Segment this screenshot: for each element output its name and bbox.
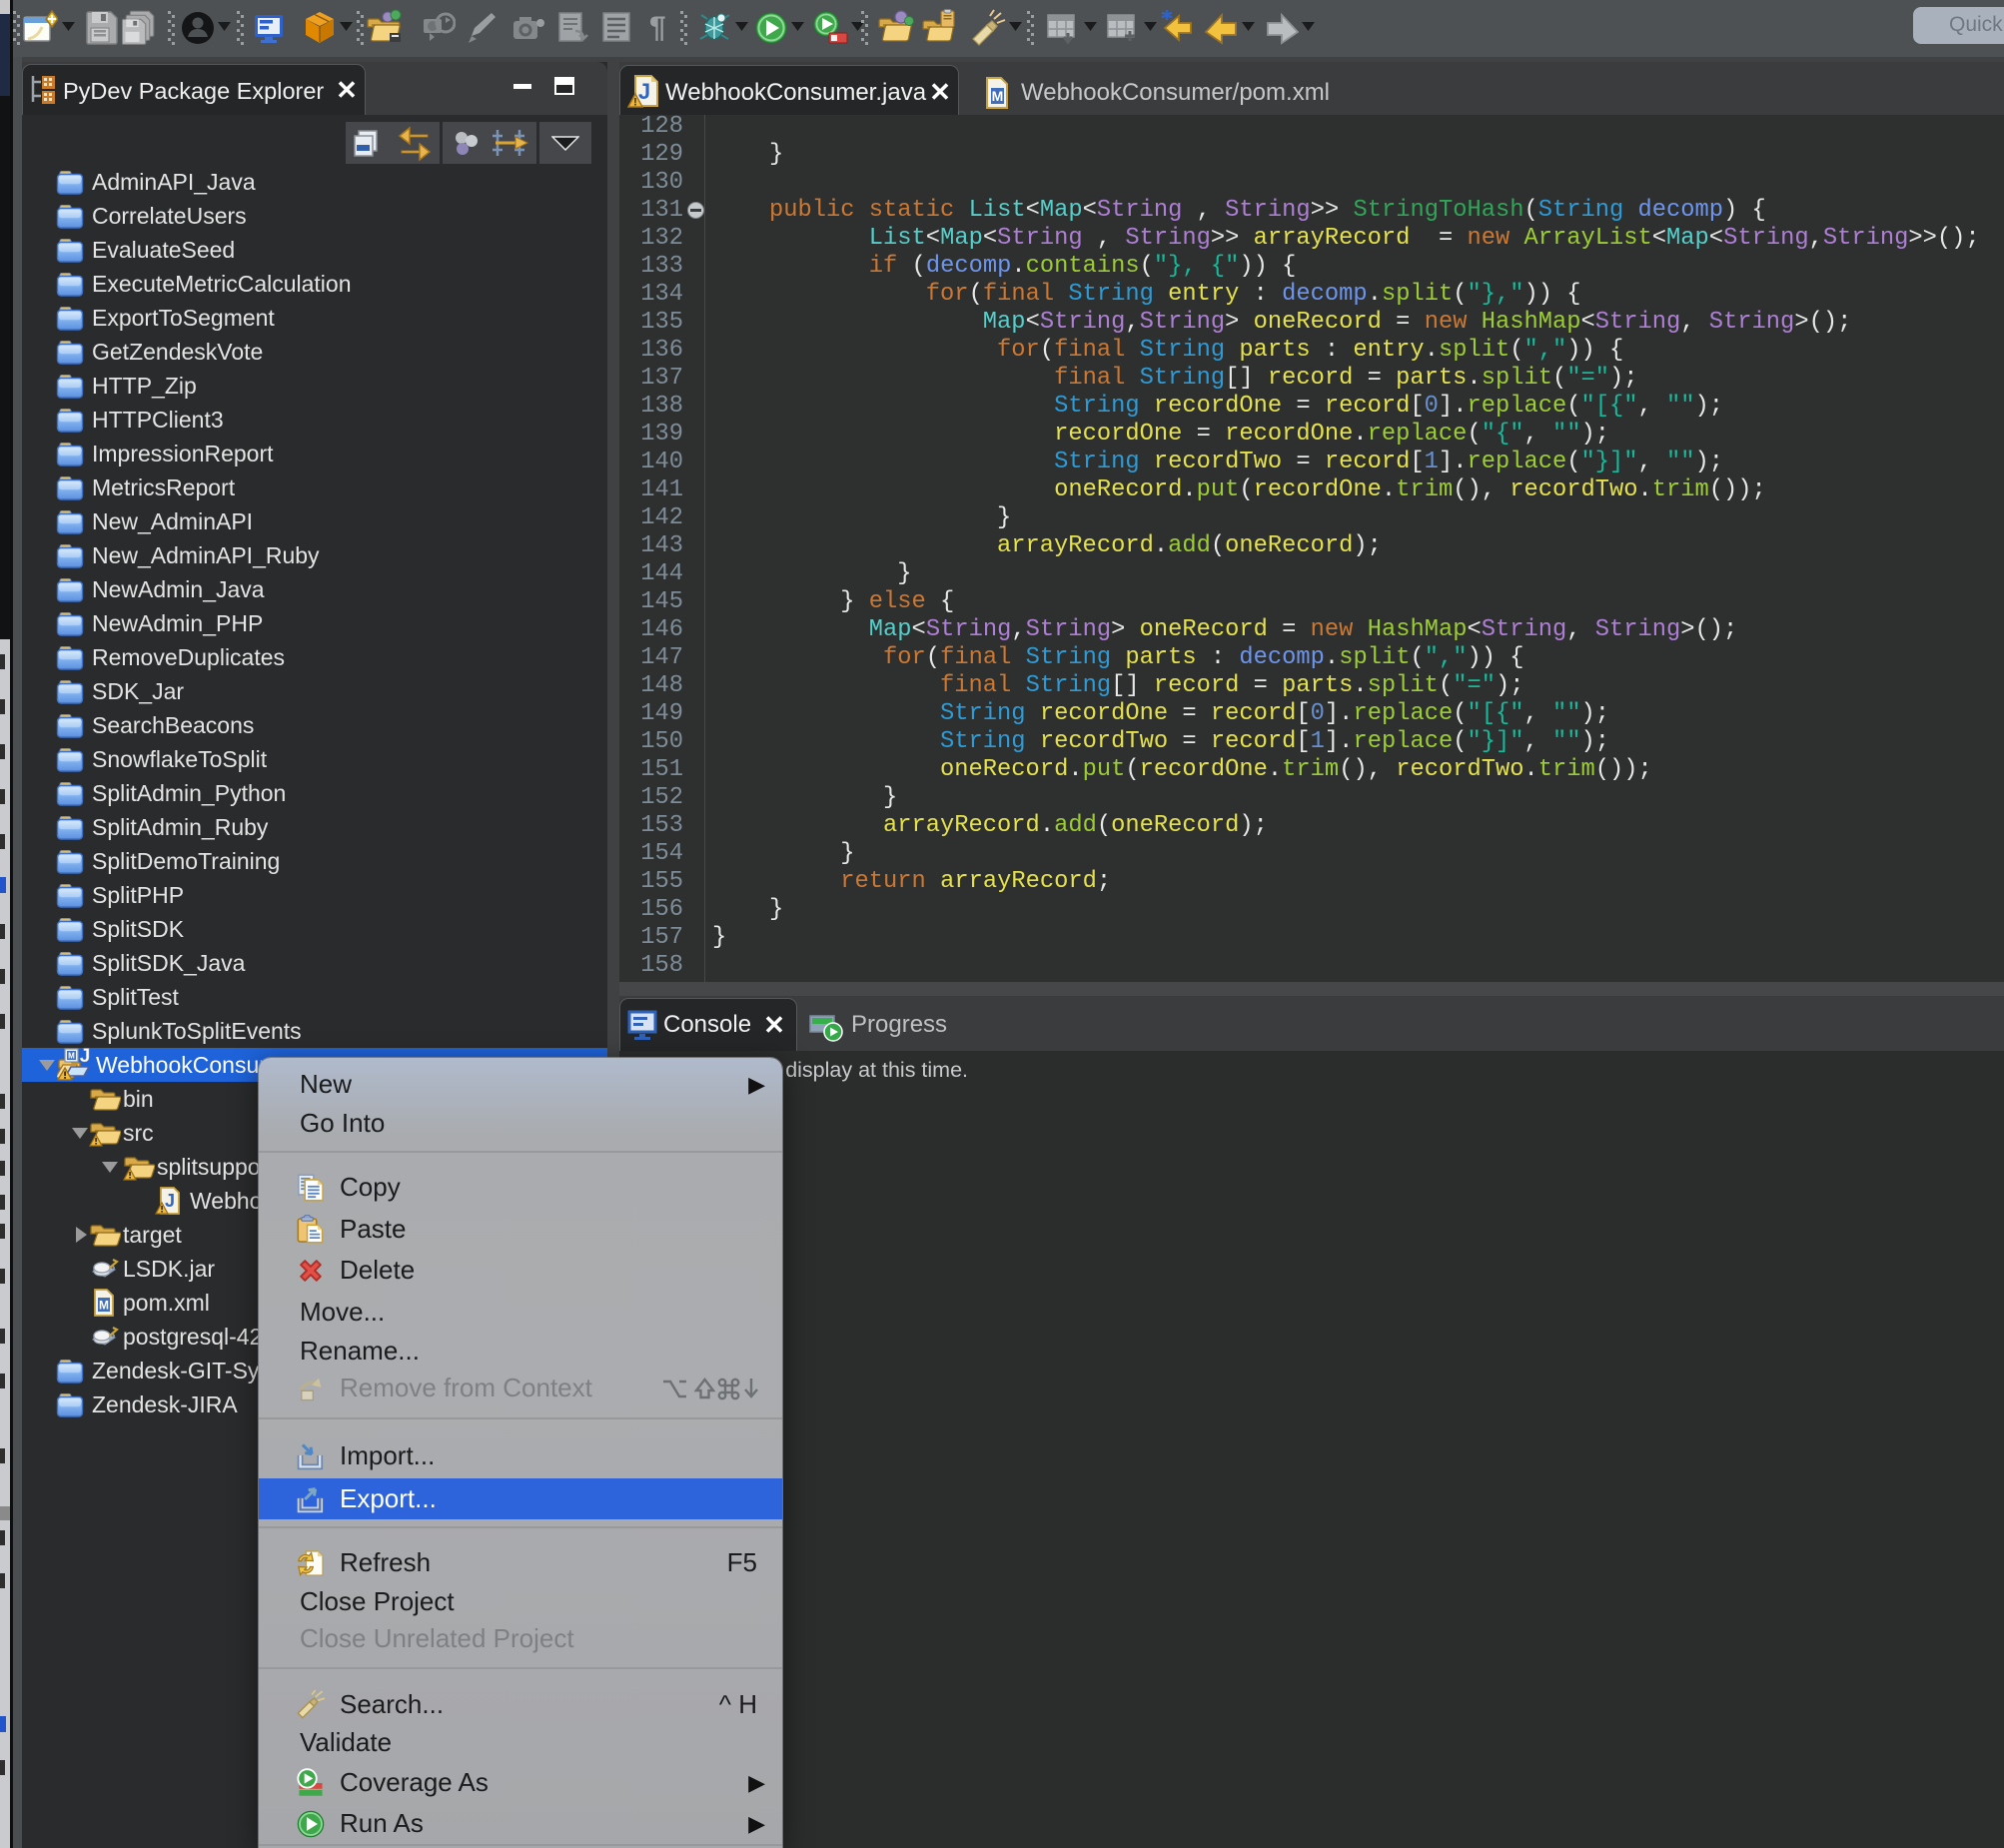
svg-text:!: ! [633,97,637,109]
svg-text:M: M [99,1299,109,1313]
svg-text:M: M [68,1052,75,1061]
svg-text:J: J [638,79,650,104]
svg-text:J: J [165,1191,175,1211]
svg-text:J: J [80,1048,91,1067]
svg-text:M: M [992,88,1004,104]
